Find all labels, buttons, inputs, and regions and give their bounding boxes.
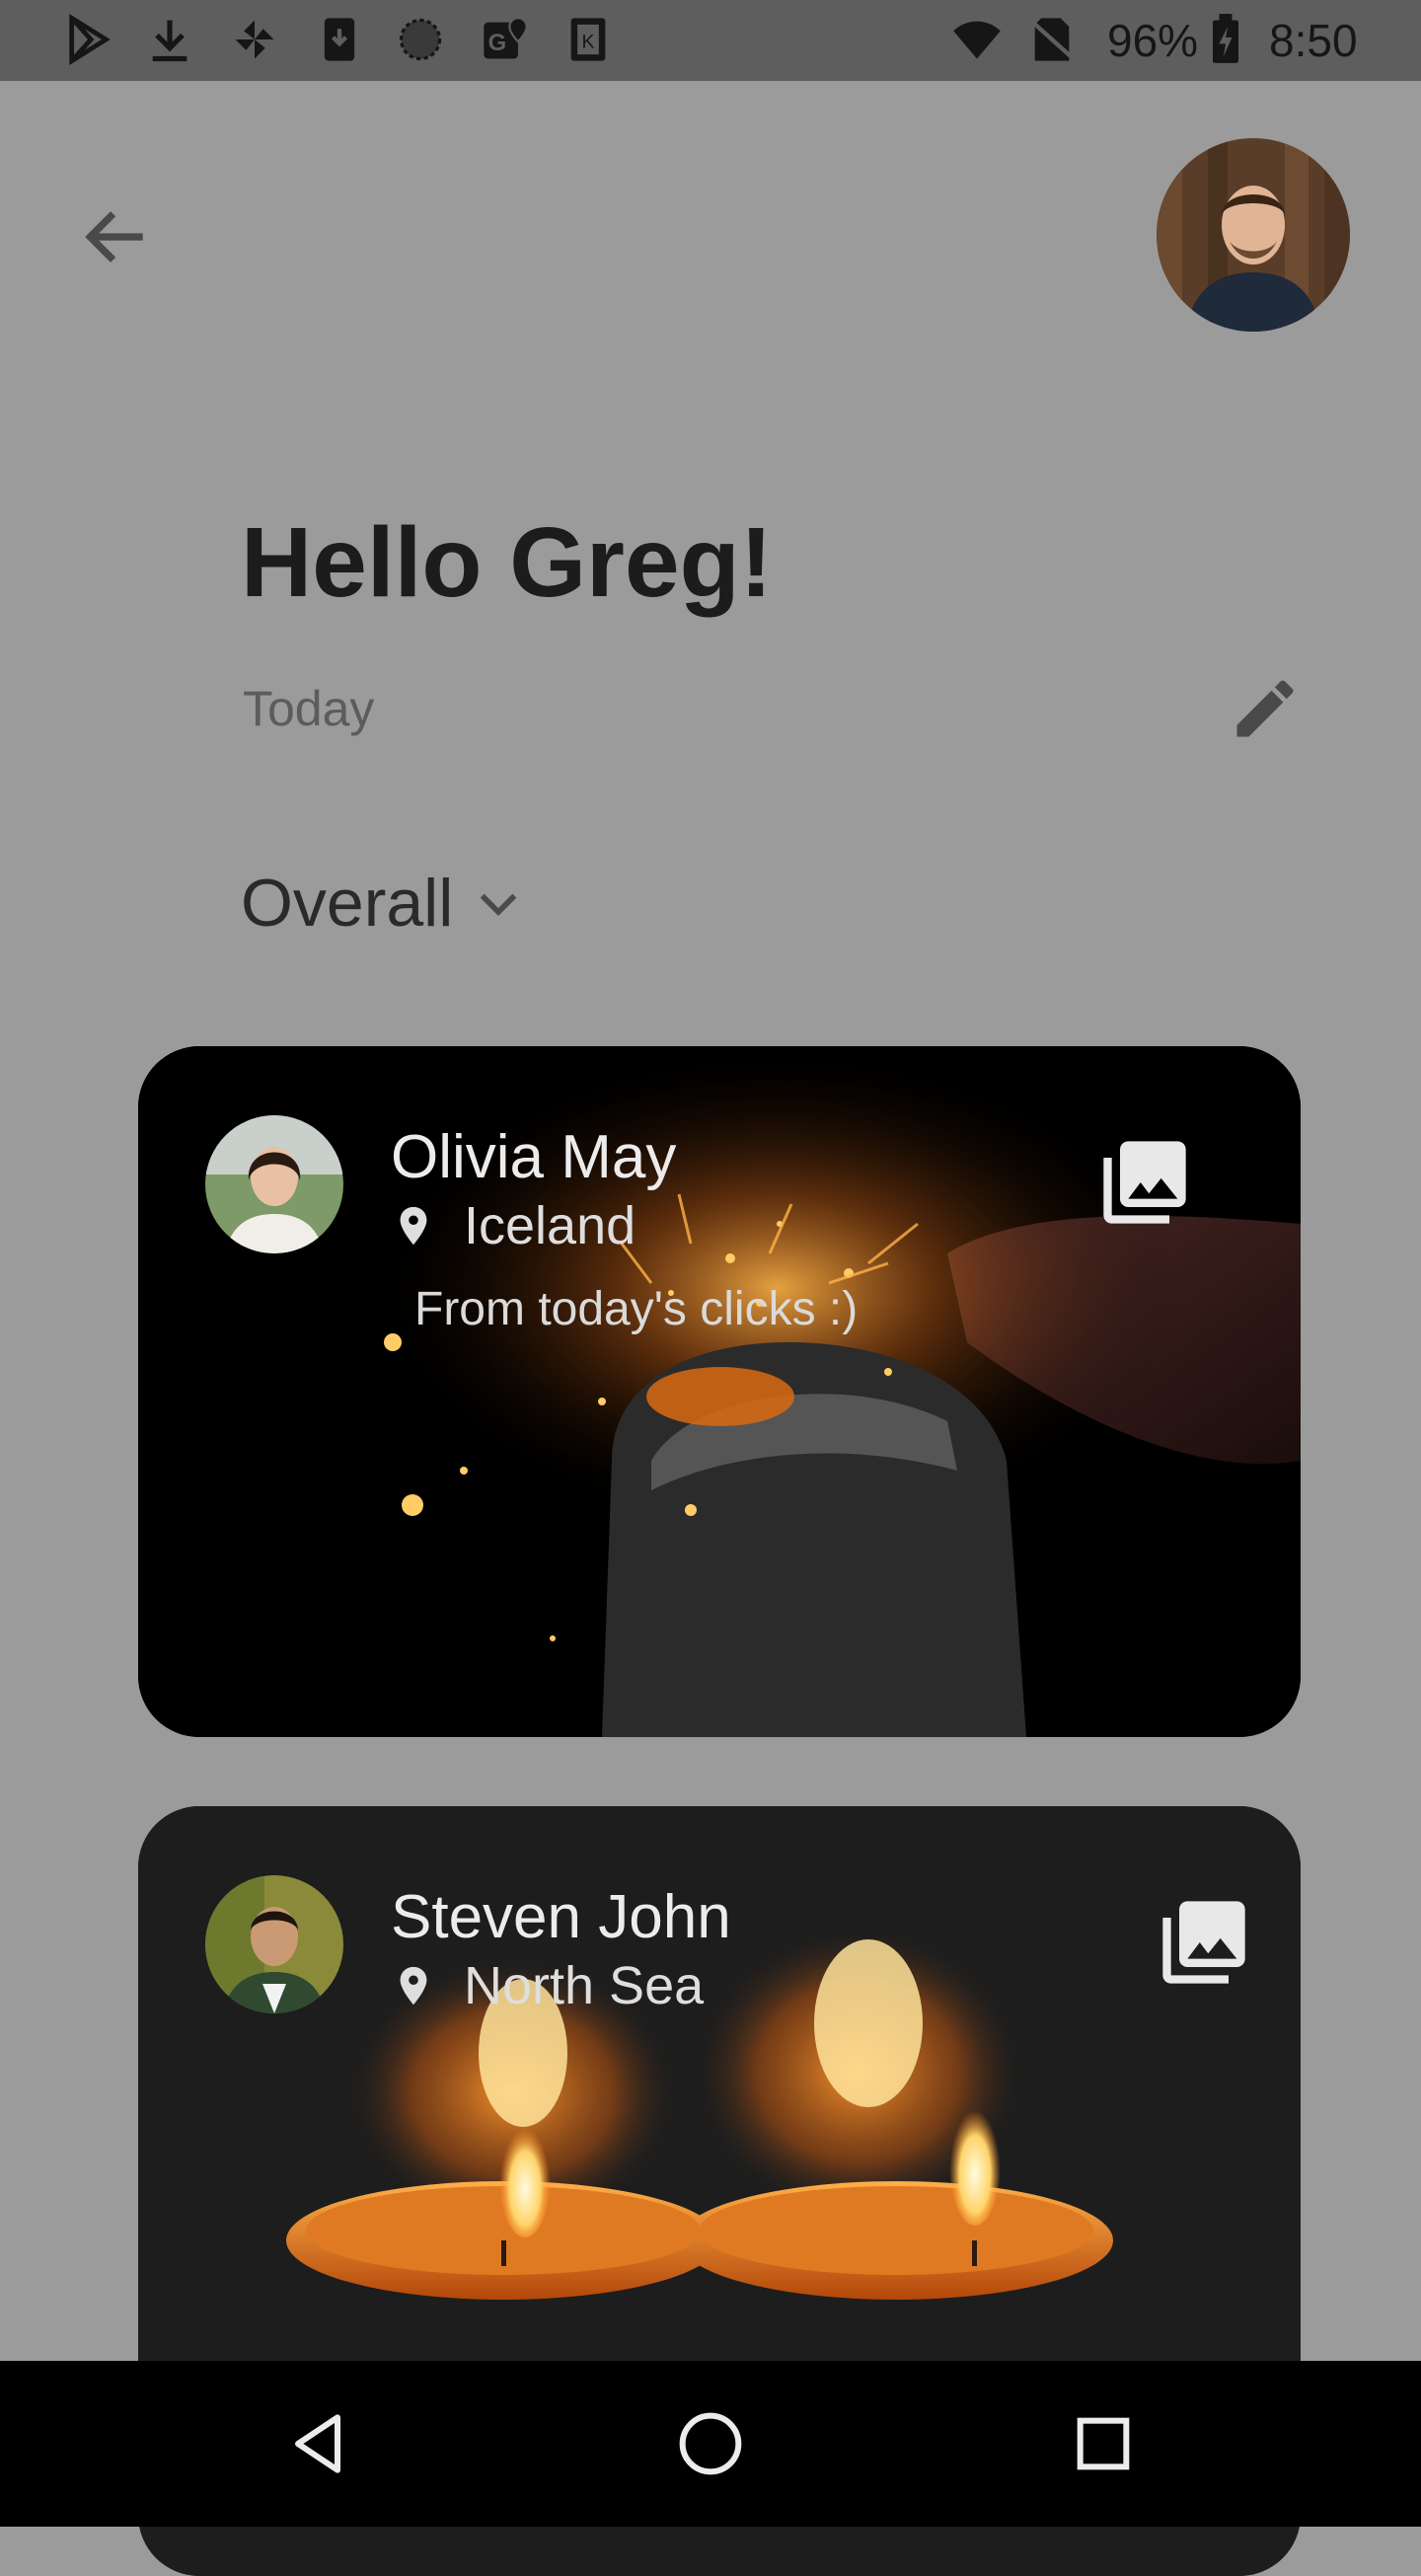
svg-text:K: K xyxy=(582,32,595,53)
svg-text:G: G xyxy=(488,30,507,56)
nav-recents-button[interactable] xyxy=(1064,2404,1143,2483)
wifi-icon xyxy=(953,21,1001,59)
post-card[interactable]: Olivia May Iceland From today's clicks :… xyxy=(138,1046,1301,1737)
battery-percent: 96% xyxy=(1107,15,1199,66)
pinwheel-icon xyxy=(235,20,274,59)
filter-label: Overall xyxy=(241,866,454,941)
no-sim-icon xyxy=(1028,18,1076,61)
location-text: North Sea xyxy=(464,1956,705,2015)
status-bar: G K 96% 8:50 xyxy=(0,0,1421,81)
post-caption: From today's clicks :) xyxy=(414,1283,859,1335)
edit-pencil-icon[interactable] xyxy=(1228,671,1303,746)
location-pin-icon xyxy=(400,1206,427,1246)
photo-library-icon[interactable] xyxy=(1155,1893,1253,1992)
download-icon xyxy=(152,20,187,62)
greeting-title: Hello Greg! xyxy=(241,507,773,618)
author-name: Olivia May xyxy=(391,1123,677,1191)
date-label: Today xyxy=(243,681,375,736)
circle-icon xyxy=(399,18,442,61)
author-avatar[interactable] xyxy=(205,1115,343,1253)
location-pin-icon xyxy=(400,1966,427,2006)
maps-icon: G xyxy=(484,17,528,59)
photo-library-icon[interactable] xyxy=(1095,1133,1194,1232)
nav-home-button[interactable] xyxy=(671,2404,750,2483)
play-store-icon xyxy=(69,14,111,65)
battery-icon xyxy=(1213,14,1238,63)
user-avatar[interactable] xyxy=(1157,138,1350,332)
location-text: Iceland xyxy=(464,1196,636,1255)
post-location: Iceland xyxy=(391,1194,636,1257)
clock: 8:50 xyxy=(1269,15,1358,66)
nav-back-button[interactable] xyxy=(278,2404,357,2483)
filter-dropdown[interactable]: Overall xyxy=(241,864,526,943)
keep-icon: K xyxy=(570,18,606,61)
chevron-down-icon xyxy=(481,893,517,916)
navigation-bar xyxy=(0,2361,1421,2527)
post-location: North Sea xyxy=(391,1954,704,2017)
back-button[interactable] xyxy=(77,197,156,276)
author-avatar[interactable] xyxy=(205,1875,343,2013)
download-phone-icon xyxy=(324,18,355,61)
author-name: Steven John xyxy=(391,1883,731,1951)
